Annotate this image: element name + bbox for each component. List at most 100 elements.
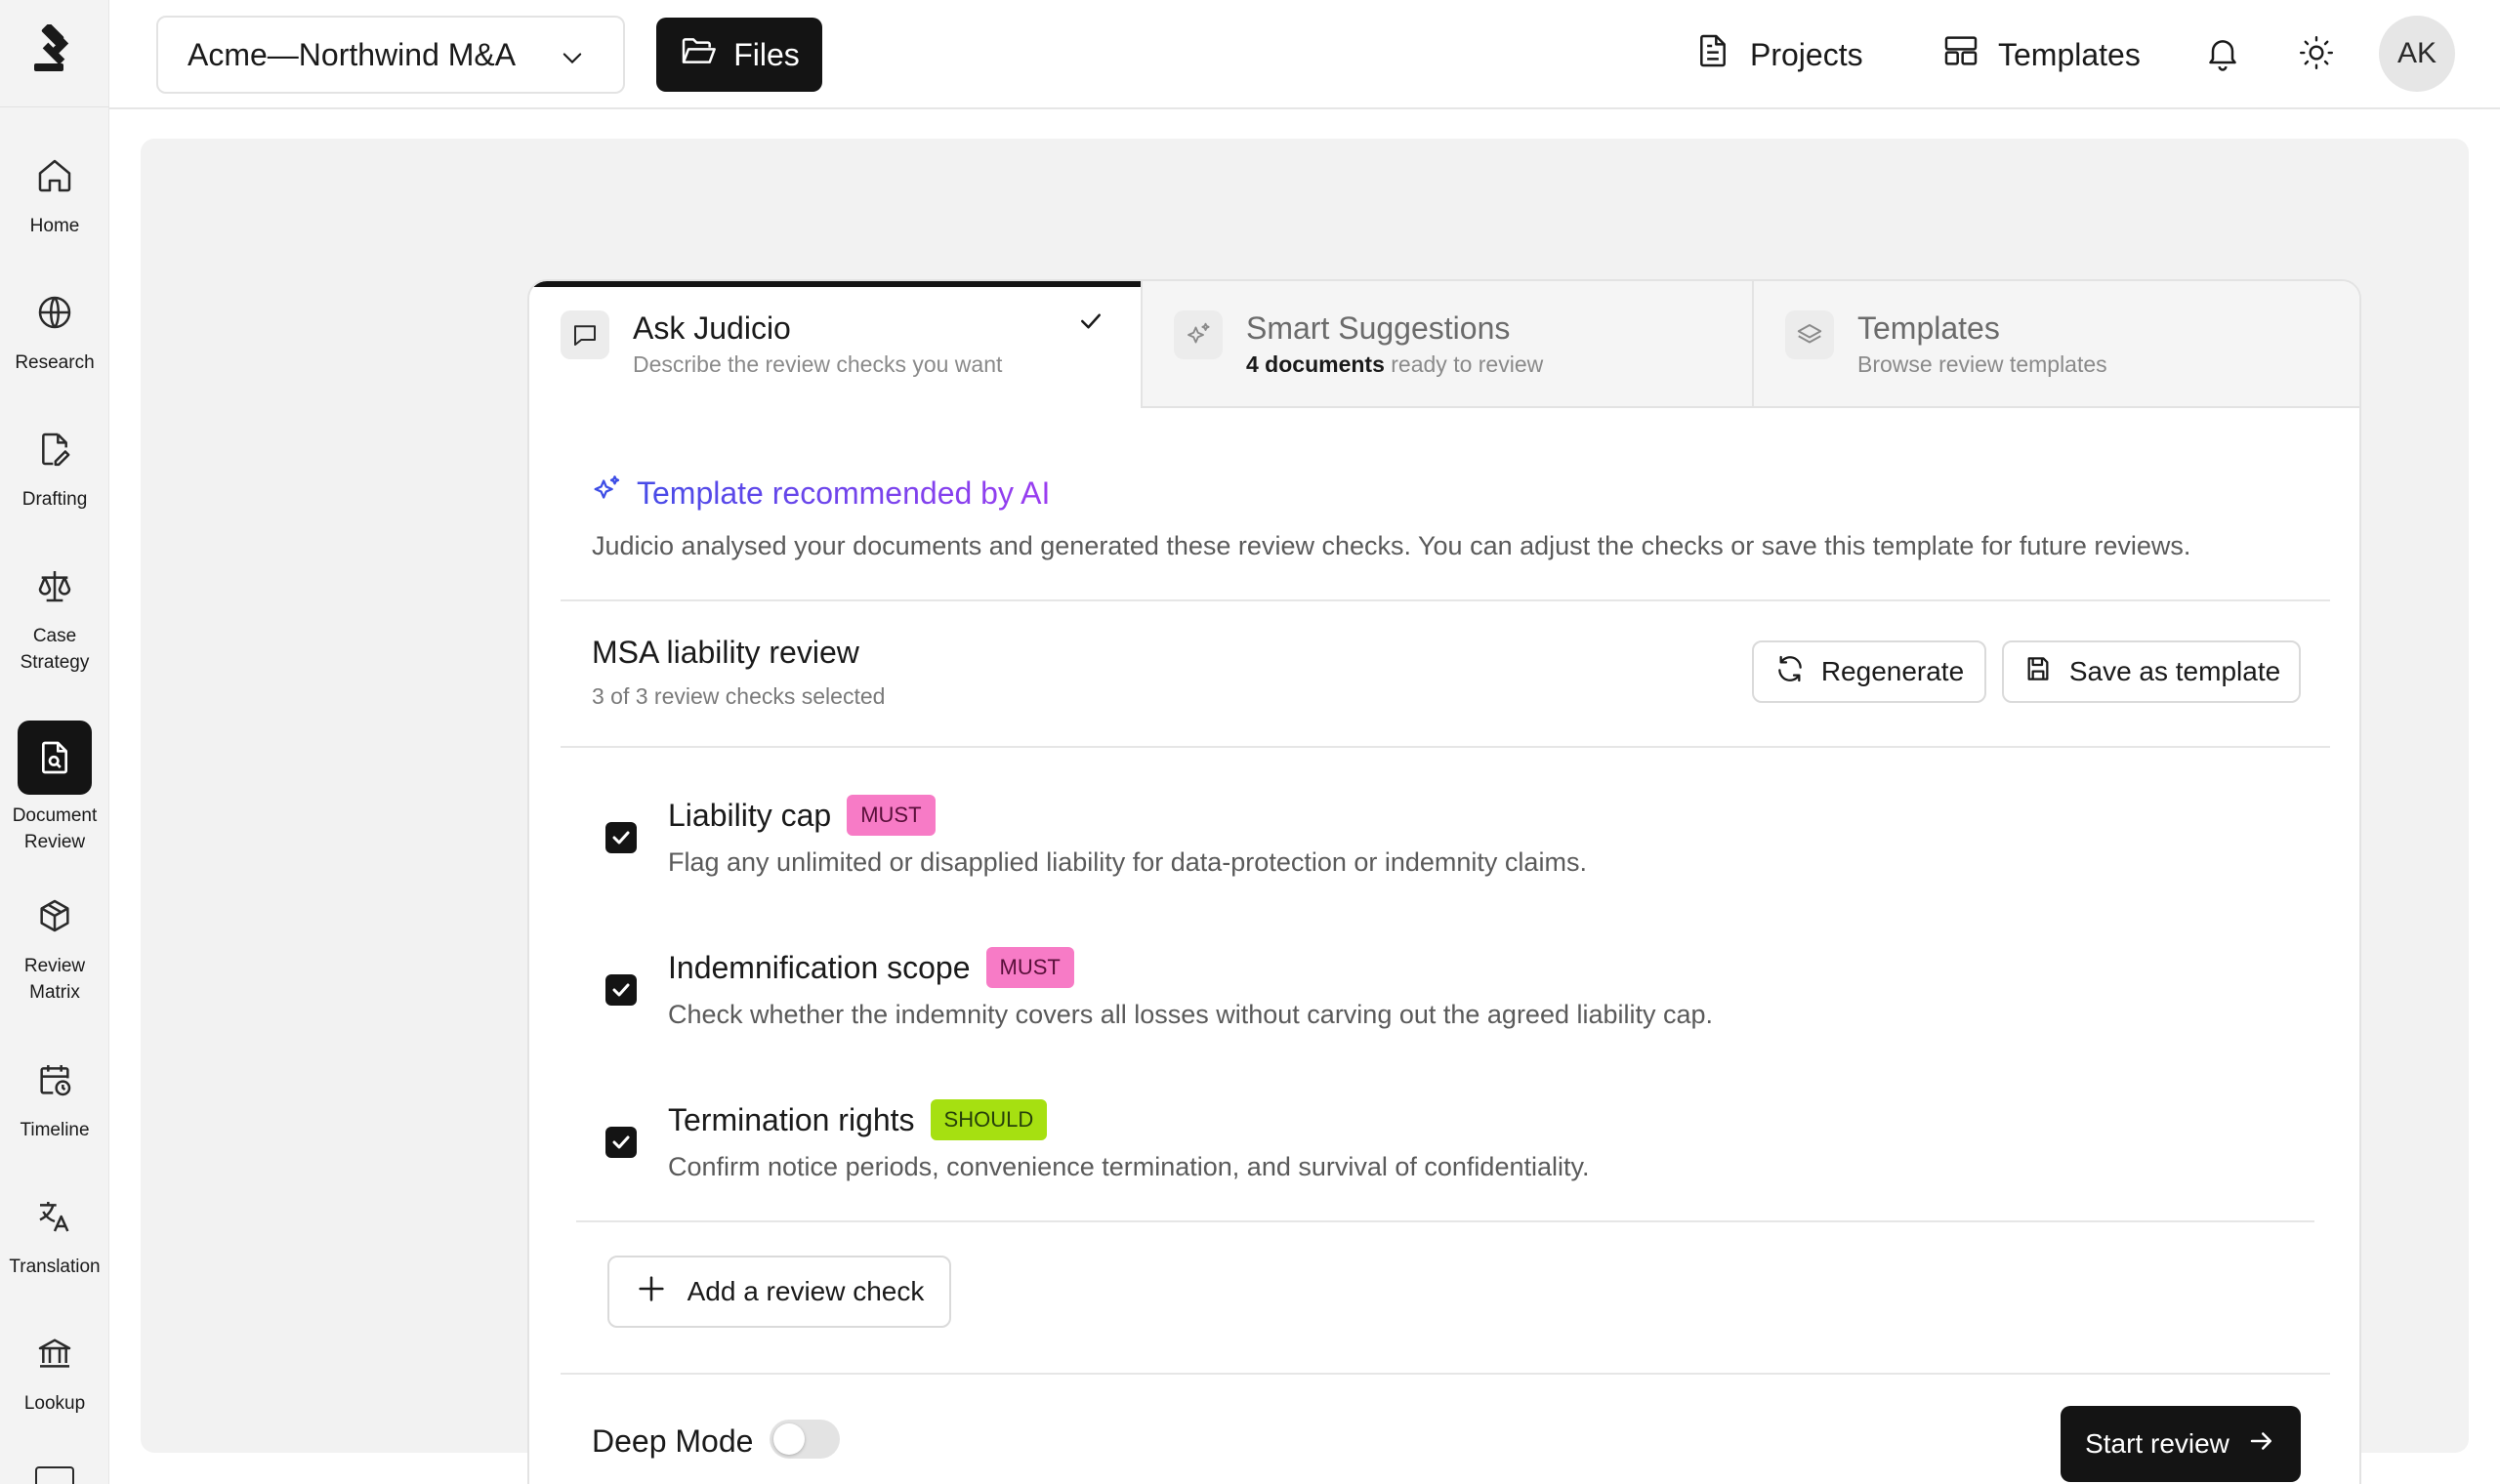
avatar[interactable]: AK (2379, 16, 2455, 92)
tab-subtitle: 4 documents ready to review (1246, 350, 1543, 379)
check-title: Liability cap (668, 797, 832, 833)
sun-icon (2298, 34, 2335, 76)
priority-badge: MUST (985, 947, 1074, 988)
folder-open-icon (679, 31, 718, 78)
review-setup-card: Ask Judicio Describe the review checks y… (527, 279, 2361, 1484)
sidebar-item-label: Translation (9, 1257, 101, 1277)
save-icon (2022, 653, 2054, 691)
save-as-template-button[interactable]: Save as template (2002, 640, 2301, 703)
sidebar-item-label: Lookup (23, 1393, 86, 1414)
cube-icon (25, 886, 84, 945)
document-icon (1693, 31, 1732, 78)
app-logo[interactable] (0, 0, 109, 107)
sidebar-item-label: Case Strategy (20, 626, 90, 673)
recommendation-title-text: Template recommended by AI (637, 474, 1051, 511)
check-description: Flag any unlimited or disapplied liabili… (668, 847, 1587, 877)
review-check-item: Indemnification scope MUST Check whether… (605, 945, 2266, 1052)
more-nav-icon (35, 1466, 74, 1484)
review-name: MSA liability review (592, 635, 859, 670)
tab-templates[interactable]: Templates Browse review templates (1752, 281, 2359, 408)
project-select[interactable]: Acme—Northwind M&A (156, 16, 625, 94)
start-review-button[interactable]: Start review (2061, 1406, 2301, 1482)
tab-ask-judicio[interactable]: Ask Judicio Describe the review checks y… (529, 281, 1141, 408)
translate-icon (25, 1187, 84, 1246)
ai-sparkles-icon (590, 473, 623, 514)
priority-badge: MUST (847, 795, 936, 836)
project-select-value: Acme—Northwind M&A (188, 36, 517, 72)
sidebar-item-research[interactable]: Research (0, 283, 109, 376)
check-description: Check whether the indemnity covers all l… (668, 1000, 1714, 1029)
sidebar-item-timeline[interactable]: Timeline (0, 1051, 109, 1143)
scales-icon (25, 556, 84, 615)
home-icon (25, 146, 84, 205)
add-review-check-label: Add a review check (687, 1276, 925, 1306)
sidebar-item-document-review[interactable]: Document Review (0, 721, 109, 855)
chat-icon (561, 310, 609, 359)
add-review-check-button[interactable]: Add a review check (607, 1256, 951, 1328)
review-count: 3 of 3 review checks selected (592, 683, 886, 709)
review-check-item: Termination rights SHOULD Confirm notice… (605, 1097, 2266, 1205)
sidebar-item-label: Review Matrix (23, 956, 86, 1003)
globe-icon (25, 283, 84, 342)
toggle-knob (773, 1423, 805, 1455)
review-check-item: Liability cap MUST Flag any unlimited or… (605, 793, 2266, 900)
plus-icon (635, 1272, 668, 1312)
sidebar-item-case-strategy[interactable]: Case Strategy (0, 556, 109, 676)
bank-icon (25, 1324, 84, 1382)
projects-link-label: Projects (1750, 36, 1863, 72)
divider (561, 1373, 2330, 1375)
deep-mode-toggle[interactable] (770, 1420, 840, 1459)
priority-badge: SHOULD (930, 1099, 1048, 1140)
theme-toggle-button[interactable] (2293, 31, 2340, 78)
main-panel: Ask Judicio Describe the review checks y… (141, 139, 2469, 1484)
templates-link-label: Templates (1998, 36, 2141, 72)
sidebar-item-translation[interactable]: Translation (0, 1187, 109, 1280)
files-button[interactable]: Files (656, 18, 822, 92)
check-checkbox[interactable] (605, 974, 637, 1006)
sidebar-item-home[interactable]: Home (0, 146, 109, 239)
sidebar: Home Research Drafting Case Strategy Doc… (0, 0, 109, 1484)
divider (561, 599, 2330, 601)
projects-link[interactable]: Projects (1693, 29, 1863, 80)
save-as-template-label: Save as template (2068, 656, 2281, 686)
calendar-clock-icon (25, 1051, 84, 1109)
file-pen-icon (25, 420, 84, 478)
sidebar-item-label: Home (29, 216, 80, 236)
bell-icon (2203, 33, 2242, 77)
tab-title: Ask Judicio (633, 310, 791, 346)
recommendation-title: Template recommended by AI (590, 473, 1050, 514)
refresh-icon (1774, 653, 1806, 691)
sidebar-item-label: Drafting (21, 489, 88, 510)
regenerate-label: Regenerate (1820, 656, 1965, 686)
sidebar-item-label: Document Review (12, 805, 98, 852)
sidebar-item-review-matrix[interactable]: Review Matrix (0, 886, 109, 1006)
check-title: Termination rights (668, 1101, 915, 1137)
tab-title: Templates (1857, 310, 2000, 346)
regenerate-button[interactable]: Regenerate (1752, 640, 1986, 703)
notifications-button[interactable] (2199, 31, 2246, 78)
check-checkbox[interactable] (605, 822, 637, 853)
start-review-label: Start review (2085, 1428, 2229, 1459)
tab-subtitle: Browse review templates (1857, 351, 2107, 377)
sidebar-item-drafting[interactable]: Drafting (0, 420, 109, 513)
file-search-icon (18, 721, 92, 795)
checkmark-icon (1076, 307, 1105, 341)
gavel-icon (28, 22, 81, 82)
check-checkbox[interactable] (605, 1127, 637, 1158)
templates-link[interactable]: Templates (1941, 29, 2141, 80)
tab-smart-suggestions[interactable]: Smart Suggestions 4 documents ready to r… (1141, 281, 1752, 408)
sidebar-item-lookup[interactable]: Lookup (0, 1324, 109, 1417)
sidebar-item-label: Timeline (20, 1120, 90, 1140)
layout-icon (1941, 31, 1980, 78)
sidebar-item-label: Research (15, 352, 95, 373)
tab-subtitle-text: ready to review (1384, 351, 1544, 377)
layers-icon (1785, 310, 1834, 359)
tab-title: Smart Suggestions (1246, 310, 1511, 346)
chevron-down-icon (559, 43, 586, 79)
deep-mode-label: Deep Mode (592, 1423, 754, 1459)
check-title: Indemnification scope (668, 949, 971, 985)
top-bar: Acme—Northwind M&A Files Projects Templa… (109, 0, 2500, 109)
files-button-label: Files (733, 36, 800, 72)
arrow-right-icon (2247, 1426, 2276, 1463)
document-count: 4 documents (1246, 351, 1385, 377)
